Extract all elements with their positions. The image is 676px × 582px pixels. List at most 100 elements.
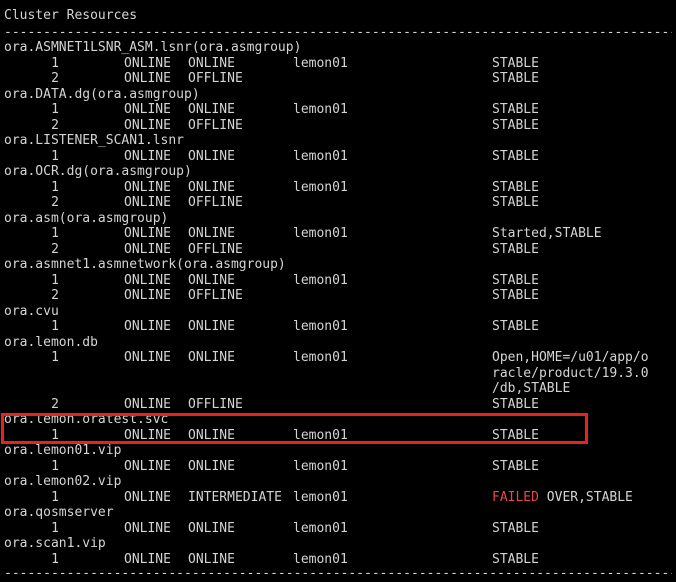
state-details: Open,HOME=/u01/app/o — [492, 350, 649, 366]
target-value: ONLINE — [124, 319, 171, 334]
target-value: ONLINE — [124, 288, 171, 303]
state-details-text: STABLE — [492, 396, 539, 412]
resource-name: ora.qosmserver — [4, 505, 114, 520]
state-details-text: STABLE — [492, 272, 539, 288]
state-value: ONLINE — [188, 458, 235, 474]
target-value: ONLINE — [124, 226, 171, 241]
state-details: STABLE — [492, 102, 539, 118]
instance-number: 1 — [51, 520, 59, 536]
state-details-text: STABLE — [492, 427, 539, 443]
state-value: OFFLINE — [188, 71, 243, 86]
target-value: ONLINE — [124, 427, 171, 443]
instance-number: 1 — [51, 319, 59, 334]
state-details-text: STABLE — [492, 117, 539, 133]
state-details-text: STABLE — [492, 520, 539, 536]
resource-name: ora.asm(ora.asmgroup) — [4, 210, 169, 226]
instance-number: 1 — [51, 179, 59, 195]
state-value: ONLINE — [188, 226, 235, 241]
target-value: ONLINE — [124, 241, 171, 257]
instance-number: 1 — [51, 350, 59, 365]
state-details-text: STABLE — [492, 551, 539, 567]
state-value: ONLINE — [188, 272, 235, 288]
resource-name: ora.lemon01.vip — [4, 443, 122, 458]
target-value: ONLINE — [124, 179, 171, 195]
state-value: ONLINE — [188, 427, 235, 443]
resource-name: ora.cvu — [4, 303, 59, 319]
resource-name: ora.ASMNET1LSNR_ASM.lsnr(ora.asmgroup) — [4, 40, 302, 55]
state-details-text: STABLE — [492, 71, 539, 86]
state-details-text: STABLE — [492, 102, 539, 117]
resource-name: ora.lemon.db — [4, 334, 98, 350]
state-details: Started,STABLE — [492, 226, 602, 242]
state-details: STABLE — [492, 180, 539, 196]
server-value: lemon01 — [293, 226, 348, 241]
server-value: lemon01 — [293, 102, 348, 117]
state-details-text: STABLE — [492, 241, 539, 257]
state-details: STABLE — [492, 149, 539, 165]
target-value: ONLINE — [124, 195, 171, 210]
state-value: ONLINE — [188, 520, 235, 536]
resource-name: ora.DATA.dg(ora.asmgroup) — [4, 86, 200, 102]
state-details: STABLE — [492, 242, 539, 258]
state-details: STABLE — [492, 521, 539, 537]
state-details-text: STABLE — [492, 55, 539, 71]
server-value: lemon01 — [293, 55, 348, 71]
instance-number: 2 — [51, 396, 59, 412]
state-details-text: STABLE — [492, 195, 539, 210]
state-details: STABLE — [492, 71, 539, 87]
section-title: Cluster Resources — [4, 8, 138, 23]
state-details-text: STABLE — [492, 319, 539, 334]
state-details: STABLE — [492, 459, 539, 475]
instance-number: 2 — [51, 288, 59, 303]
state-details: STABLE — [492, 552, 539, 568]
state-details: STABLE — [492, 428, 539, 444]
state-details: FAILED OVER,STABLE — [492, 490, 633, 506]
target-value: ONLINE — [124, 148, 171, 164]
failed-status: FAILED — [492, 489, 539, 505]
server-value: lemon01 — [293, 551, 348, 567]
state-value: ONLINE — [188, 102, 235, 117]
instance-number: 2 — [51, 241, 59, 257]
server-value: lemon01 — [293, 458, 348, 474]
target-value: ONLINE — [124, 458, 171, 474]
state-details: STABLE — [492, 397, 539, 413]
state-value: OFFLINE — [188, 288, 243, 303]
target-value: ONLINE — [124, 396, 171, 412]
separator-top: ----------------------------------------… — [4, 0, 672, 8]
target-value: ONLINE — [124, 350, 171, 365]
instance-number: 1 — [51, 427, 59, 443]
state-value: ONLINE — [188, 350, 235, 365]
resource-name: ora.scan1.vip — [4, 536, 106, 551]
state-details: STABLE — [492, 118, 539, 134]
state-details-text: OVER,STABLE — [538, 489, 633, 505]
state-value: OFFLINE — [188, 195, 243, 210]
target-value: ONLINE — [124, 117, 171, 133]
server-value: lemon01 — [293, 272, 348, 288]
instance-number: 1 — [51, 148, 59, 164]
state-details: STABLE — [492, 288, 539, 304]
state-details: STABLE — [492, 273, 539, 289]
separator-bottom: ----------------------------------------… — [4, 566, 672, 581]
state-details-text: STABLE — [492, 288, 539, 303]
instance-number: 1 — [51, 489, 59, 505]
server-value: lemon01 — [293, 427, 348, 443]
resource-name: ora.lemon.oratest.svc — [4, 412, 169, 427]
server-value: lemon01 — [293, 350, 348, 365]
state-value: OFFLINE — [188, 117, 243, 133]
target-value: ONLINE — [124, 551, 171, 567]
instance-number: 1 — [51, 272, 59, 288]
state-details: STABLE — [492, 195, 539, 211]
instance-number: 1 — [51, 551, 59, 567]
state-details-text: STABLE — [492, 179, 539, 195]
cluster-resources-heading: Cluster Resources — [0, 8, 137, 24]
server-value: lemon01 — [293, 489, 348, 505]
target-value: ONLINE — [124, 520, 171, 536]
instance-number: 2 — [51, 117, 59, 133]
state-details-text: Open,HOME=/u01/app/o — [492, 350, 649, 365]
target-value: ONLINE — [124, 272, 171, 288]
state-value: ONLINE — [188, 148, 235, 164]
state-value: OFFLINE — [188, 241, 243, 257]
resource-name: ora.LISTENER_SCAN1.lsnr — [4, 133, 185, 148]
server-value: lemon01 — [293, 319, 348, 334]
state-value: INTERMEDIATE — [188, 489, 282, 505]
